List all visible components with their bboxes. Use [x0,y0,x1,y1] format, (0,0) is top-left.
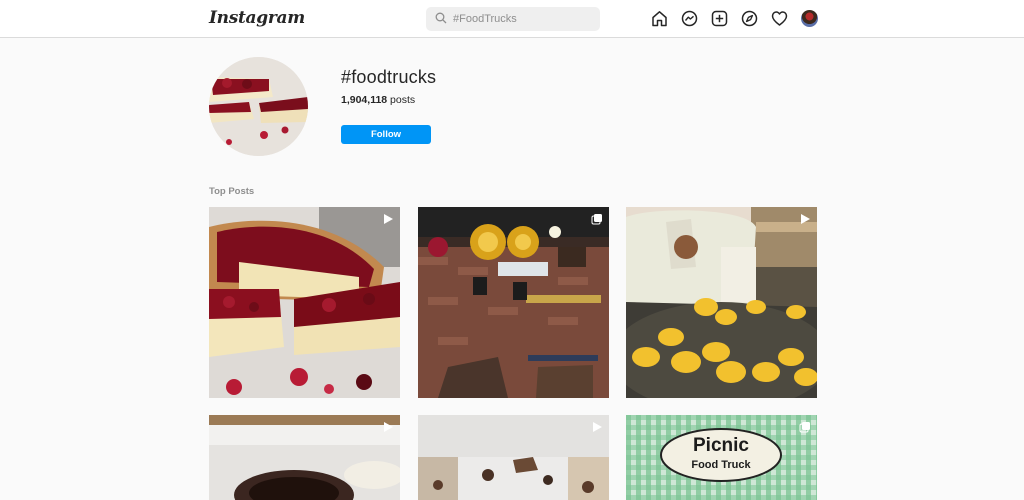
sign-line-2: Food Truck [691,459,751,471]
explore-icon[interactable] [741,10,758,27]
posts-count-label: posts [387,94,416,106]
post-image [209,415,400,500]
post-image [418,415,609,500]
post-tile[interactable]: Picnic Food Truck [626,415,817,500]
hashtag-title: #foodtrucks [341,67,437,87]
activity-heart-icon[interactable] [771,10,788,27]
instagram-logo[interactable]: Instagram [209,8,305,28]
posts-count-number: 1,904,118 [341,94,388,106]
messenger-icon[interactable] [681,10,698,27]
post-tile[interactable] [418,415,609,500]
post-image [209,207,400,398]
search-input[interactable] [453,10,593,28]
sign-line-1: Picnic [693,435,749,456]
top-posts-label: Top Posts [209,186,255,197]
post-tile[interactable] [418,207,609,398]
new-post-icon[interactable] [711,10,728,27]
video-icon [593,422,602,432]
home-icon[interactable] [651,10,668,27]
post-tile[interactable] [209,415,400,500]
posts-count: 1,904,118 posts [341,94,415,106]
post-image [626,207,817,398]
follow-button[interactable]: Follow [341,125,431,144]
post-image: Picnic Food Truck [626,415,817,500]
post-tile[interactable] [626,207,817,398]
profile-avatar[interactable] [801,10,818,27]
post-image [418,207,609,398]
video-icon [384,214,393,224]
search-box[interactable] [426,7,600,31]
post-tile[interactable] [209,207,400,398]
top-navigation-bar: Instagram [0,0,1024,38]
video-icon [801,214,810,224]
carousel-icon [591,214,602,225]
video-icon [384,422,393,432]
search-icon [435,12,447,24]
hashtag-avatar [209,57,308,156]
carousel-icon [799,422,810,433]
